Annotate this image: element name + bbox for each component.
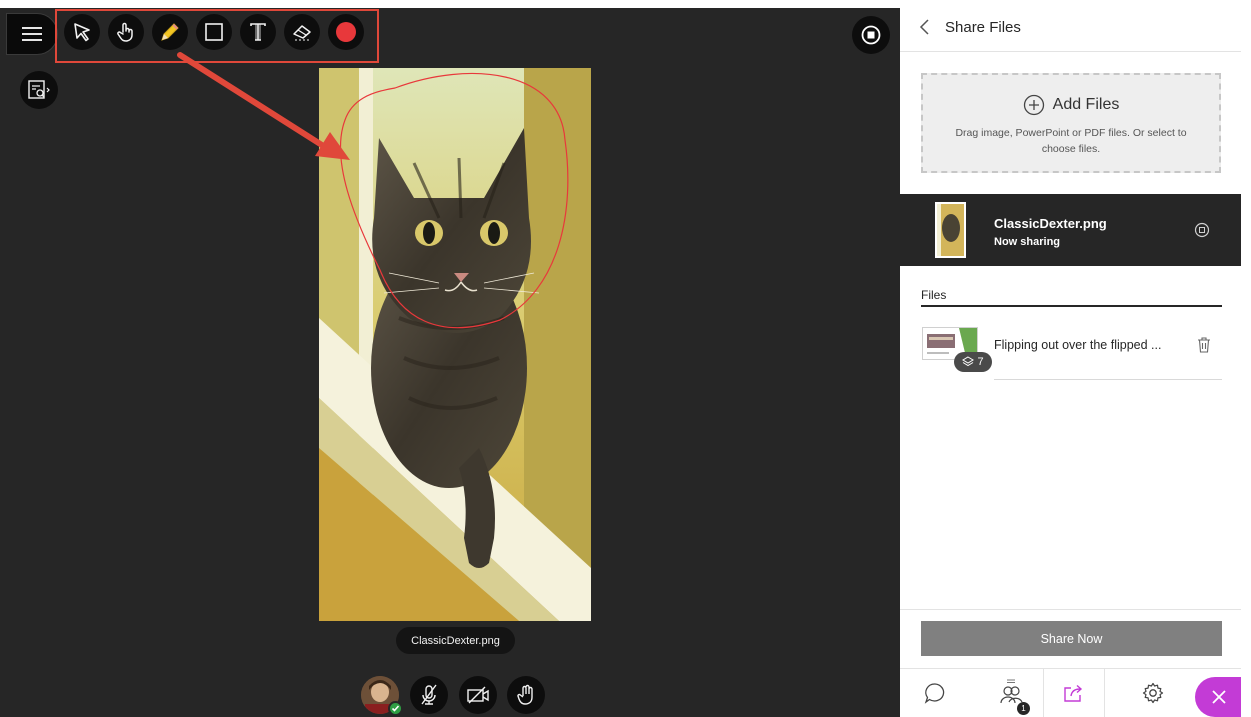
microphone-toggle-button[interactable] bbox=[410, 676, 448, 714]
file-thumbnail bbox=[935, 202, 966, 258]
cat-photo bbox=[319, 68, 591, 621]
list-item[interactable]: 7 Flipping out over the flipped ... bbox=[921, 322, 1222, 380]
camera-off-icon bbox=[467, 686, 489, 704]
close-panel-button[interactable] bbox=[1195, 677, 1243, 717]
layers-icon bbox=[962, 356, 975, 367]
close-icon bbox=[1212, 690, 1226, 704]
page-count-badge: 7 bbox=[954, 352, 992, 372]
hamburger-menu-icon bbox=[22, 27, 42, 41]
available-status-badge bbox=[388, 701, 403, 716]
stop-circle-icon bbox=[861, 25, 881, 45]
hand-pan-icon bbox=[117, 22, 133, 42]
add-circle-icon bbox=[1023, 94, 1044, 116]
pointer-icon bbox=[74, 23, 90, 42]
add-files-label: Add Files bbox=[1052, 96, 1120, 113]
panel-title: Share Files bbox=[945, 19, 1021, 36]
add-files-dropzone[interactable]: Add Files Drag image, PowerPoint or PDF … bbox=[921, 73, 1221, 173]
pencil-tool-button[interactable] bbox=[152, 14, 188, 50]
now-sharing-item[interactable]: ClassicDexter.png Now sharing bbox=[900, 194, 1241, 266]
back-chevron-icon[interactable] bbox=[916, 17, 934, 37]
gear-icon bbox=[1142, 682, 1164, 704]
tab-chat[interactable] bbox=[904, 669, 966, 717]
pointer-tool-button[interactable] bbox=[64, 14, 100, 50]
my-status-button[interactable] bbox=[361, 676, 403, 716]
pencil-icon bbox=[161, 23, 179, 41]
panel-header: Share Files bbox=[900, 0, 1241, 52]
square-shape-icon bbox=[205, 23, 223, 41]
panel-tab-bar: 1 bbox=[900, 668, 1243, 717]
annotation-arrow-shaft bbox=[177, 52, 328, 150]
camera-toggle-button[interactable] bbox=[459, 676, 497, 714]
stop-sharing-button[interactable] bbox=[852, 16, 890, 54]
shared-file-caption: ClassicDexter.png bbox=[396, 627, 515, 654]
sharing-status: Now sharing bbox=[994, 236, 1061, 248]
check-icon bbox=[391, 705, 400, 712]
presentation-search-icon bbox=[28, 80, 50, 99]
share-content-icon bbox=[1064, 684, 1083, 702]
raise-hand-icon bbox=[517, 684, 533, 705]
eraser-icon bbox=[293, 25, 311, 41]
raise-hand-button[interactable] bbox=[507, 676, 545, 714]
trash-icon[interactable] bbox=[1196, 336, 1212, 354]
shared-image bbox=[319, 68, 591, 621]
file-name: Flipping out over the flipped ... bbox=[994, 338, 1162, 352]
tab-settings[interactable] bbox=[1122, 669, 1184, 717]
share-view-button[interactable] bbox=[20, 71, 58, 109]
shape-tool-button[interactable] bbox=[196, 14, 232, 50]
share-now-button[interactable]: Share Now bbox=[921, 621, 1222, 656]
microphone-off-icon bbox=[421, 684, 437, 705]
pan-tool-button[interactable] bbox=[108, 14, 144, 50]
collaborate-stage: ClassicDexter.png bbox=[0, 0, 900, 717]
text-icon bbox=[250, 23, 266, 41]
eraser-tool-button[interactable] bbox=[284, 14, 320, 50]
text-tool-button[interactable] bbox=[240, 14, 276, 50]
dropzone-hint: Drag image, PowerPoint or PDF files. Or … bbox=[955, 127, 1187, 155]
color-picker-icon bbox=[336, 22, 356, 42]
attendee-count-badge: 1 bbox=[1017, 702, 1030, 715]
open-menu-button[interactable] bbox=[6, 13, 58, 55]
sharing-file-name: ClassicDexter.png bbox=[994, 216, 1107, 231]
stop-sharing-icon[interactable] bbox=[1194, 222, 1210, 238]
color-picker-button[interactable] bbox=[328, 14, 364, 50]
chat-bubble-icon bbox=[924, 683, 945, 704]
tab-share-content[interactable] bbox=[1043, 669, 1105, 717]
files-heading: Files bbox=[921, 288, 947, 302]
share-files-panel: Share Files Add Files Drag image, PowerP… bbox=[900, 0, 1243, 717]
tab-attendees[interactable]: 1 bbox=[980, 669, 1042, 717]
